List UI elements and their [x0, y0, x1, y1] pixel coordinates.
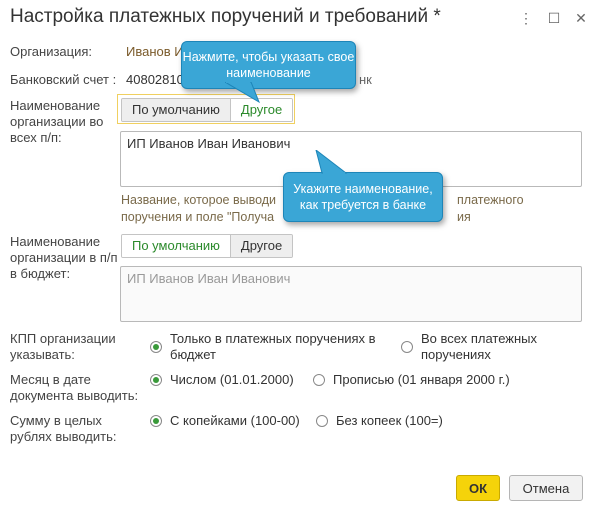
name-all-hint-2-end: ия	[457, 210, 471, 224]
sum-option-kopecks[interactable]: С копейками (100-00)	[170, 413, 300, 429]
name-budget-label: Наименование организации в п/п в бюджет:	[10, 234, 118, 281]
name-budget-other-option[interactable]: Другое	[229, 235, 293, 257]
close-icon[interactable]: ✕	[572, 9, 590, 27]
name-all-hint-1: Название, которое выводи	[121, 193, 277, 207]
month-radio-number[interactable]	[150, 374, 162, 386]
tooltip-specify-name: Нажмите, чтобы указать свое наименование	[181, 41, 356, 89]
org-value[interactable]: Иванов И	[126, 44, 184, 59]
kpp-label: КПП организации указывать:	[10, 331, 116, 362]
name-all-default-option[interactable]: По умолчанию	[122, 99, 230, 121]
kpp-radio-all[interactable]	[401, 341, 413, 353]
month-radio-words[interactable]	[313, 374, 325, 386]
name-all-hint-1-end: платежного	[457, 193, 524, 207]
tooltip-bank-name-pointer	[315, 150, 348, 174]
name-all-switch[interactable]: По умолчанию Другое	[121, 98, 294, 122]
bank-value-tail: нк	[359, 72, 372, 87]
cancel-button[interactable]: Отмена	[509, 475, 583, 501]
maximize-icon[interactable]: ☐	[545, 9, 563, 27]
month-label: Месяц в дате документа выводить:	[10, 372, 139, 403]
sum-radio-kopecks[interactable]	[150, 415, 162, 427]
month-option-number[interactable]: Числом (01.01.2000)	[170, 372, 294, 388]
more-icon[interactable]: ⋮	[517, 9, 535, 27]
bank-label: Банковский счет :	[10, 72, 117, 87]
kpp-option-budget[interactable]: Только в платежных поручениях в бюджет	[170, 331, 390, 363]
kpp-option-all[interactable]: Во всех платежных поручениях	[421, 331, 571, 363]
name-budget-default-option[interactable]: По умолчанию	[122, 235, 230, 257]
name-budget-input[interactable]: ИП Иванов Иван Иванович	[120, 266, 582, 322]
bank-value[interactable]: 40802810	[126, 72, 184, 87]
org-label: Организация:	[10, 44, 93, 59]
name-all-label: Наименование организации во всех п/п:	[10, 98, 104, 145]
sum-label: Сумму в целых рублях выводить:	[10, 413, 117, 444]
name-all-hint-2: поручения и поле "Получа	[121, 210, 275, 224]
tooltip-bank-name: Укажите наименование, как требуется в ба…	[283, 172, 443, 222]
sum-option-no-kopecks[interactable]: Без копеек (100=)	[336, 413, 443, 429]
name-budget-switch[interactable]: По умолчанию Другое	[121, 234, 294, 258]
ok-button[interactable]: ОК	[456, 475, 500, 501]
tooltip-specify-name-pointer	[225, 82, 261, 104]
sum-radio-no-kopecks[interactable]	[316, 415, 328, 427]
window-title: Настройка платежных поручений и требован…	[10, 6, 441, 27]
month-option-words[interactable]: Прописью (01 января 2000 г.)	[333, 372, 510, 388]
kpp-radio-budget[interactable]	[150, 341, 162, 353]
